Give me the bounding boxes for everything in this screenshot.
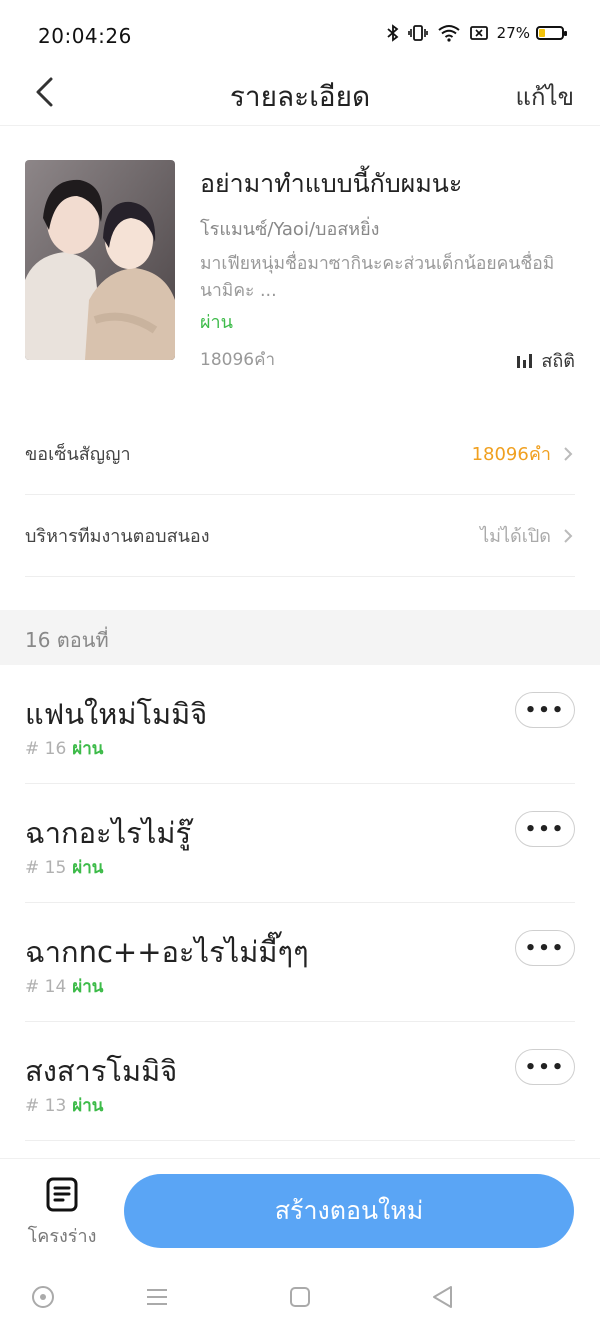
app-header: รายละเอียด แก้ไข — [0, 62, 600, 126]
chapter-title: แฟนใหม่โมมิจิ — [25, 697, 208, 731]
chapter-item[interactable]: ฉากอะไรไม่รู๊ # 15 ผ่าน ••• — [25, 784, 575, 903]
chapter-item[interactable]: แฟนใหม่โมมิจิ # 16 ผ่าน ••• — [25, 665, 575, 784]
team-management-row[interactable]: บริหารทีมงานตอบสนอง ไม่ได้เปิด — [25, 495, 575, 577]
menu-icon[interactable] — [142, 1282, 172, 1312]
chapter-item[interactable]: ฉากnc++อะไรไม่มี๊ๆๆ # 14 ผ่าน ••• — [25, 903, 575, 1022]
chapter-title: ฉากnc++อะไรไม่มี๊ๆๆ — [25, 935, 309, 969]
back-triangle-icon[interactable] — [428, 1282, 458, 1312]
book-title: อย่ามาทำแบบนี้กับผมนะ — [200, 169, 463, 198]
chapter-number: # 14 — [25, 977, 67, 997]
book-word-count: 18096คำ — [200, 350, 275, 370]
create-chapter-button[interactable]: สร้างตอนใหม่ — [124, 1174, 574, 1248]
battery-icon — [536, 26, 567, 40]
battery-level — [539, 29, 545, 37]
battery-percent: 27% — [496, 24, 530, 42]
book-status: ผ่าน — [200, 312, 233, 333]
chapter-status: ผ่าน — [72, 977, 104, 997]
outline-button[interactable]: โครงร่าง — [24, 1177, 100, 1251]
stats-label: สถิติ — [541, 351, 575, 372]
book-cover-image[interactable] — [25, 160, 175, 360]
edit-button[interactable]: แก้ไข — [516, 77, 574, 116]
contract-request-row[interactable]: ขอเซ็นสัญญา 18096คำ — [25, 413, 575, 495]
bottom-action-bar: โครงร่าง สร้างตอนใหม่ — [0, 1158, 600, 1268]
chapter-status: ผ่าน — [72, 1096, 104, 1116]
contract-word-count: 18096คำ — [471, 444, 551, 465]
system-nav-bar — [0, 1268, 600, 1333]
stats-button[interactable]: สถิติ — [517, 346, 575, 375]
page-title: รายละเอียด — [229, 80, 371, 113]
bar-chart-icon — [517, 353, 533, 368]
chapter-number: # 13 — [25, 1096, 67, 1116]
chapter-more-button[interactable]: ••• — [515, 1049, 575, 1085]
status-bar: 20:04:26 27% — [0, 0, 600, 62]
chapter-item[interactable]: สงสารโมมิจิ # 13 ผ่าน ••• — [25, 1022, 575, 1141]
chapter-more-button[interactable]: ••• — [515, 692, 575, 728]
chapter-number: # 16 — [25, 739, 67, 759]
chapter-title: ฉากอะไรไม่รู๊ — [25, 816, 192, 850]
chapter-more-button[interactable]: ••• — [515, 811, 575, 847]
chevron-right-icon — [564, 446, 573, 461]
wifi-icon — [438, 25, 460, 42]
contract-request-label: ขอเซ็นสัญญา — [25, 444, 131, 465]
status-icons: 27% — [387, 24, 567, 42]
vibrate-icon — [407, 25, 428, 41]
chapter-more-button[interactable]: ••• — [515, 930, 575, 966]
chapter-status: ผ่าน — [72, 858, 104, 878]
team-management-label: บริหารทีมงานตอบสนอง — [25, 526, 210, 547]
chapter-status: ผ่าน — [72, 739, 104, 759]
bluetooth-icon — [387, 24, 399, 42]
chapter-number: # 15 — [25, 858, 67, 878]
assistant-circle-icon[interactable] — [28, 1282, 58, 1312]
document-icon — [46, 1177, 78, 1212]
book-card[interactable]: อย่ามาทำแบบนี้กับผมนะ โรแมนซ์/Yaoi/บอสหย… — [25, 160, 575, 372]
home-square-icon[interactable] — [285, 1282, 315, 1312]
book-info: อย่ามาทำแบบนี้กับผมนะ โรแมนซ์/Yaoi/บอสหย… — [200, 160, 575, 336]
book-genre: โรแมนซ์/Yaoi/บอสหยิ่ง — [200, 219, 380, 240]
team-management-value: ไม่ได้เปิด — [480, 526, 551, 547]
status-time: 20:04:26 — [38, 24, 132, 48]
outline-label: โครงร่าง — [27, 1226, 97, 1247]
sim-icon — [469, 26, 488, 40]
book-description: มาเฟียหนุ่มชื่อมาซากินะคะส่วนเด็กน้อยคนช… — [200, 254, 555, 301]
chapters-count: 16 ตอนที่ — [25, 628, 109, 652]
chapter-title: สงสารโมมิจิ — [25, 1054, 178, 1088]
chapters-section-header: 16 ตอนที่ — [0, 610, 600, 665]
battery: 27% — [496, 24, 567, 42]
chevron-right-icon — [564, 528, 573, 543]
